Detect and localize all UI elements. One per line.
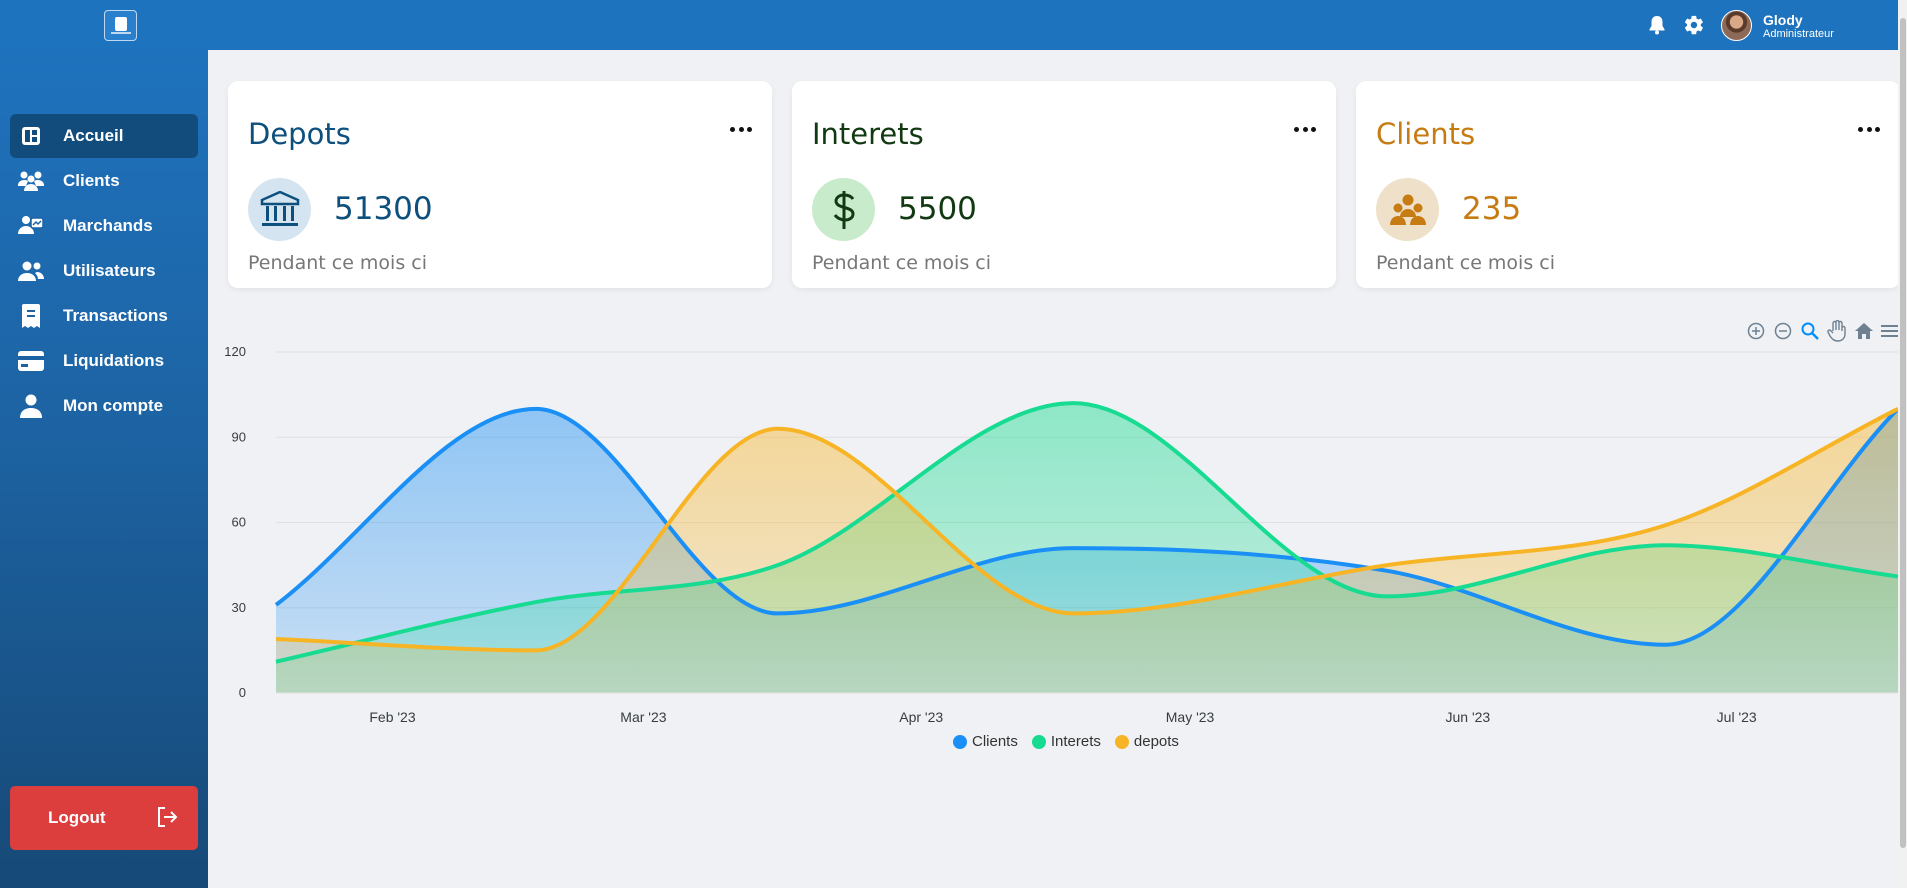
credit-card-icon xyxy=(10,351,52,371)
sidebar-item-clients[interactable]: Clients xyxy=(10,159,198,203)
x-tick-label: Jul '23 xyxy=(1717,709,1757,725)
legend-item-depots[interactable]: depots xyxy=(1114,733,1179,750)
bell-icon[interactable] xyxy=(1644,12,1670,38)
app-logo[interactable] xyxy=(104,10,137,41)
card-depots: Depots 51300 Pendant ce mois ci xyxy=(228,81,772,288)
x-tick-label: Feb '23 xyxy=(369,709,415,725)
card-title: Clients xyxy=(1376,117,1476,151)
legend-dot xyxy=(1114,734,1129,749)
logout-button[interactable]: Logout xyxy=(10,786,198,850)
user-role: Administrateur xyxy=(1763,28,1834,40)
area-chart: 0 30 60 90 120 Feb '23 Mar '23 Apr '23 May '23 Ju… xyxy=(224,344,1898,725)
y-tick-label: 90 xyxy=(232,429,246,444)
card-subtitle: Pendant ce mois ci xyxy=(248,252,427,274)
card-value: 5500 xyxy=(898,191,977,227)
sidebar-item-accueil[interactable]: Accueil xyxy=(10,114,198,158)
sidebar-item-utilisateurs[interactable]: Utilisateurs xyxy=(10,249,198,293)
sidebar: Accueil Clients Marchands Utilisateurs T… xyxy=(0,50,208,888)
scrollbar-thumb[interactable] xyxy=(1900,18,1906,848)
y-tick-label: 0 xyxy=(239,685,246,700)
card-clients: Clients 235 Pendant ce mois ci xyxy=(1356,81,1900,288)
legend-item-interets[interactable]: Interets xyxy=(1031,733,1101,750)
bank-icon xyxy=(248,178,311,241)
merchant-icon xyxy=(10,215,52,237)
user-group-icon xyxy=(10,260,52,282)
y-tick-label: 120 xyxy=(224,344,246,359)
person-icon xyxy=(10,394,52,418)
dashboard-icon xyxy=(10,126,52,146)
x-tick-label: May '23 xyxy=(1166,709,1215,725)
dollar-icon xyxy=(812,178,875,241)
card-subtitle: Pendant ce mois ci xyxy=(1376,252,1555,274)
user-name[interactable]: Glody xyxy=(1763,12,1803,28)
legend-dot xyxy=(953,734,967,749)
chart-legend: Clients Interets depots xyxy=(953,733,1179,750)
more-options-icon[interactable] xyxy=(1858,127,1880,133)
card-interets: Interets 5500 Pendant ce mois ci xyxy=(792,81,1336,288)
sidebar-item-liquidations[interactable]: Liquidations xyxy=(10,339,198,383)
card-value: 51300 xyxy=(334,191,433,227)
y-tick-label: 60 xyxy=(232,515,246,530)
legend-dot xyxy=(1031,734,1046,749)
users-icon xyxy=(10,170,52,192)
card-title: Depots xyxy=(248,117,351,151)
card-subtitle: Pendant ce mois ci xyxy=(812,252,991,274)
legend-item-clients[interactable]: Clients xyxy=(953,733,1018,750)
sidebar-item-marchands[interactable]: Marchands xyxy=(10,204,198,248)
top-bar: Glody Administrateur xyxy=(0,0,1898,50)
x-tick-label: Mar '23 xyxy=(620,709,666,725)
people-icon xyxy=(1376,178,1439,241)
sidebar-item-transactions[interactable]: Transactions xyxy=(10,294,198,338)
gear-icon[interactable] xyxy=(1681,12,1707,38)
y-tick-label: 30 xyxy=(232,600,246,615)
avatar[interactable] xyxy=(1721,10,1752,41)
more-options-icon[interactable] xyxy=(1294,127,1316,133)
more-options-icon[interactable] xyxy=(730,127,752,133)
x-tick-label: Jun '23 xyxy=(1445,709,1490,725)
card-title: Interets xyxy=(812,117,924,151)
sidebar-item-mon-compte[interactable]: Mon compte xyxy=(10,384,198,428)
logout-icon xyxy=(156,806,178,833)
x-tick-label: Apr '23 xyxy=(899,709,943,725)
receipt-icon xyxy=(10,304,52,328)
card-value: 235 xyxy=(1462,191,1522,227)
